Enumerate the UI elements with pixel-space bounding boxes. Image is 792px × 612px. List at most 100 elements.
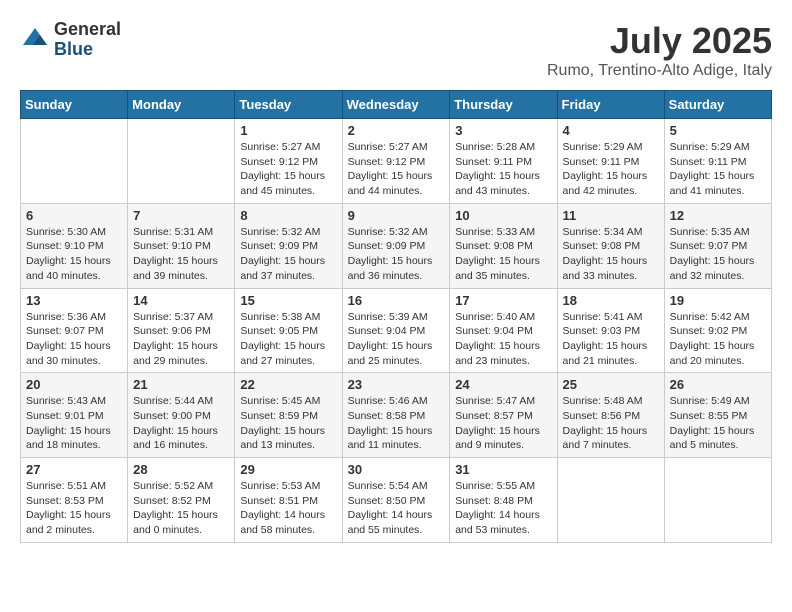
day-header-sunday: Sunday bbox=[21, 91, 128, 119]
calendar-cell: 1 Sunrise: 5:27 AM Sunset: 9:12 PM Daylig… bbox=[235, 119, 342, 204]
day-number: 13 bbox=[26, 293, 122, 308]
day-info: Sunrise: 5:33 AM Sunset: 9:08 PM Dayligh… bbox=[455, 225, 551, 284]
calendar-cell: 18 Sunrise: 5:41 AM Sunset: 9:03 PM Dayli… bbox=[557, 288, 664, 373]
calendar-cell: 10Sunrise: 5:33 AM Sunset: 9:08 PM Dayli… bbox=[450, 203, 557, 288]
calendar-cell: 23 Sunrise: 5:46 AM Sunset: 8:58 PM Dayli… bbox=[342, 373, 450, 458]
calendar-cell bbox=[128, 119, 235, 204]
logo: General Blue bbox=[20, 20, 121, 60]
calendar-cell bbox=[21, 119, 128, 204]
calendar-cell: 6Sunrise: 5:30 AM Sunset: 9:10 PM Daylig… bbox=[21, 203, 128, 288]
day-number: 9 bbox=[348, 208, 445, 223]
day-info: Sunrise: 5:45 AM Sunset: 8:59 PM Dayligh… bbox=[240, 394, 336, 453]
day-info: Sunrise: 5:32 AM Sunset: 9:09 PM Dayligh… bbox=[240, 225, 336, 284]
day-header-saturday: Saturday bbox=[664, 91, 771, 119]
calendar-cell: 25Sunrise: 5:48 AM Sunset: 8:56 PM Dayli… bbox=[557, 373, 664, 458]
day-number: 15 bbox=[240, 293, 336, 308]
day-info: Sunrise: 5:39 AM Sunset: 9:04 PM Dayligh… bbox=[348, 310, 445, 369]
day-number: 5 bbox=[670, 123, 766, 138]
day-number: 19 bbox=[670, 293, 766, 308]
day-info: Sunrise: 5:44 AM Sunset: 9:00 PM Dayligh… bbox=[133, 394, 229, 453]
calendar-table: SundayMondayTuesdayWednesdayThursdayFrid… bbox=[20, 90, 772, 543]
day-info: Sunrise: 5:32 AM Sunset: 9:09 PM Dayligh… bbox=[348, 225, 445, 284]
calendar-cell: 20 Sunrise: 5:43 AM Sunset: 9:01 PM Dayli… bbox=[21, 373, 128, 458]
day-info: Sunrise: 5:46 AM Sunset: 8:58 PM Dayligh… bbox=[348, 394, 445, 453]
day-number: 20 bbox=[26, 377, 122, 392]
day-number: 8 bbox=[240, 208, 336, 223]
day-info: Sunrise: 5:49 AM Sunset: 8:55 PM Dayligh… bbox=[670, 394, 766, 453]
calendar-header-row: SundayMondayTuesdayWednesdayThursdayFrid… bbox=[21, 91, 772, 119]
calendar-cell: 11 Sunrise: 5:34 AM Sunset: 9:08 PM Dayli… bbox=[557, 203, 664, 288]
day-number: 1 bbox=[240, 123, 336, 138]
day-number: 30 bbox=[348, 462, 445, 477]
calendar-cell: 15Sunrise: 5:38 AM Sunset: 9:05 PM Dayli… bbox=[235, 288, 342, 373]
day-info: Sunrise: 5:29 AM Sunset: 9:11 PM Dayligh… bbox=[563, 140, 659, 199]
calendar-cell: 19 Sunrise: 5:42 AM Sunset: 9:02 PM Dayli… bbox=[664, 288, 771, 373]
day-number: 16 bbox=[348, 293, 445, 308]
calendar-cell: 8 Sunrise: 5:32 AM Sunset: 9:09 PM Daylig… bbox=[235, 203, 342, 288]
calendar-cell: 31 Sunrise: 5:55 AM Sunset: 8:48 PM Dayli… bbox=[450, 458, 557, 543]
calendar-cell: 24 Sunrise: 5:47 AM Sunset: 8:57 PM Dayli… bbox=[450, 373, 557, 458]
title-block: July 2025 Rumo, Trentino-Alto Adige, Ita… bbox=[547, 20, 772, 80]
day-number: 31 bbox=[455, 462, 551, 477]
day-header-wednesday: Wednesday bbox=[342, 91, 450, 119]
calendar-cell: 2 Sunrise: 5:27 AM Sunset: 9:12 PM Daylig… bbox=[342, 119, 450, 204]
day-info: Sunrise: 5:55 AM Sunset: 8:48 PM Dayligh… bbox=[455, 479, 551, 538]
day-info: Sunrise: 5:52 AM Sunset: 8:52 PM Dayligh… bbox=[133, 479, 229, 538]
calendar-cell: 7 Sunrise: 5:31 AM Sunset: 9:10 PM Daylig… bbox=[128, 203, 235, 288]
day-number: 18 bbox=[563, 293, 659, 308]
day-info: Sunrise: 5:35 AM Sunset: 9:07 PM Dayligh… bbox=[670, 225, 766, 284]
day-info: Sunrise: 5:28 AM Sunset: 9:11 PM Dayligh… bbox=[455, 140, 551, 199]
calendar-cell bbox=[557, 458, 664, 543]
day-info: Sunrise: 5:36 AM Sunset: 9:07 PM Dayligh… bbox=[26, 310, 122, 369]
day-number: 14 bbox=[133, 293, 229, 308]
month-title: July 2025 bbox=[547, 20, 772, 62]
calendar-cell: 12 Sunrise: 5:35 AM Sunset: 9:07 PM Dayli… bbox=[664, 203, 771, 288]
day-info: Sunrise: 5:43 AM Sunset: 9:01 PM Dayligh… bbox=[26, 394, 122, 453]
day-info: Sunrise: 5:29 AM Sunset: 9:11 PM Dayligh… bbox=[670, 140, 766, 199]
day-number: 24 bbox=[455, 377, 551, 392]
day-info: Sunrise: 5:37 AM Sunset: 9:06 PM Dayligh… bbox=[133, 310, 229, 369]
page-header: General Blue July 2025 Rumo, Trentino-Al… bbox=[20, 20, 772, 80]
day-info: Sunrise: 5:31 AM Sunset: 9:10 PM Dayligh… bbox=[133, 225, 229, 284]
location-subtitle: Rumo, Trentino-Alto Adige, Italy bbox=[547, 62, 772, 80]
day-info: Sunrise: 5:54 AM Sunset: 8:50 PM Dayligh… bbox=[348, 479, 445, 538]
calendar-cell: 14 Sunrise: 5:37 AM Sunset: 9:06 PM Dayli… bbox=[128, 288, 235, 373]
day-number: 3 bbox=[455, 123, 551, 138]
calendar-cell: 27Sunrise: 5:51 AM Sunset: 8:53 PM Dayli… bbox=[21, 458, 128, 543]
calendar-cell: 3 Sunrise: 5:28 AM Sunset: 9:11 PM Daylig… bbox=[450, 119, 557, 204]
day-info: Sunrise: 5:53 AM Sunset: 8:51 PM Dayligh… bbox=[240, 479, 336, 538]
calendar-cell: 5 Sunrise: 5:29 AM Sunset: 9:11 PM Daylig… bbox=[664, 119, 771, 204]
calendar-week-4: 20 Sunrise: 5:43 AM Sunset: 9:01 PM Dayli… bbox=[21, 373, 772, 458]
logo-icon bbox=[20, 25, 50, 55]
day-number: 11 bbox=[563, 208, 659, 223]
day-number: 12 bbox=[670, 208, 766, 223]
day-number: 2 bbox=[348, 123, 445, 138]
calendar-week-2: 6Sunrise: 5:30 AM Sunset: 9:10 PM Daylig… bbox=[21, 203, 772, 288]
day-number: 28 bbox=[133, 462, 229, 477]
day-header-monday: Monday bbox=[128, 91, 235, 119]
calendar-week-1: 1 Sunrise: 5:27 AM Sunset: 9:12 PM Daylig… bbox=[21, 119, 772, 204]
day-info: Sunrise: 5:30 AM Sunset: 9:10 PM Dayligh… bbox=[26, 225, 122, 284]
day-number: 21 bbox=[133, 377, 229, 392]
day-info: Sunrise: 5:51 AM Sunset: 8:53 PM Dayligh… bbox=[26, 479, 122, 538]
day-number: 23 bbox=[348, 377, 445, 392]
day-info: Sunrise: 5:41 AM Sunset: 9:03 PM Dayligh… bbox=[563, 310, 659, 369]
day-info: Sunrise: 5:34 AM Sunset: 9:08 PM Dayligh… bbox=[563, 225, 659, 284]
day-header-thursday: Thursday bbox=[450, 91, 557, 119]
day-info: Sunrise: 5:27 AM Sunset: 9:12 PM Dayligh… bbox=[348, 140, 445, 199]
day-info: Sunrise: 5:47 AM Sunset: 8:57 PM Dayligh… bbox=[455, 394, 551, 453]
day-info: Sunrise: 5:42 AM Sunset: 9:02 PM Dayligh… bbox=[670, 310, 766, 369]
day-info: Sunrise: 5:27 AM Sunset: 9:12 PM Dayligh… bbox=[240, 140, 336, 199]
day-number: 22 bbox=[240, 377, 336, 392]
calendar-cell: 13 Sunrise: 5:36 AM Sunset: 9:07 PM Dayli… bbox=[21, 288, 128, 373]
logo-general: General bbox=[54, 20, 121, 40]
day-number: 7 bbox=[133, 208, 229, 223]
day-info: Sunrise: 5:40 AM Sunset: 9:04 PM Dayligh… bbox=[455, 310, 551, 369]
calendar-cell bbox=[664, 458, 771, 543]
calendar-cell: 9 Sunrise: 5:32 AM Sunset: 9:09 PM Daylig… bbox=[342, 203, 450, 288]
day-header-friday: Friday bbox=[557, 91, 664, 119]
calendar-cell: 29Sunrise: 5:53 AM Sunset: 8:51 PM Dayli… bbox=[235, 458, 342, 543]
calendar-cell: 17Sunrise: 5:40 AM Sunset: 9:04 PM Dayli… bbox=[450, 288, 557, 373]
day-number: 26 bbox=[670, 377, 766, 392]
calendar-cell: 26 Sunrise: 5:49 AM Sunset: 8:55 PM Dayli… bbox=[664, 373, 771, 458]
